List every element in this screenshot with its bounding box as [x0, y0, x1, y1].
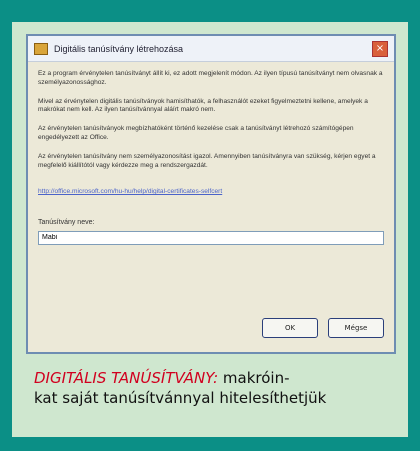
- dialog-titlebar: Digitális tanúsítvány létrehozása ×: [28, 36, 394, 62]
- certificate-icon: [34, 42, 48, 55]
- caption-line2: kat saját tanúsítvánnyal hitelesíthetjük: [34, 389, 327, 407]
- ok-button[interactable]: OK: [262, 318, 318, 338]
- certificate-name-label: Tanúsítvány neve:: [38, 219, 95, 227]
- help-link[interactable]: http://office.microsoft.com/hu-hu/help/d…: [38, 188, 384, 197]
- caption: DIGITÁLIS TANÚSÍTVÁNY: makróin- kat sajá…: [26, 360, 396, 424]
- certificate-dialog: Digitális tanúsítvány létrehozása × Ez a…: [26, 34, 396, 354]
- close-button[interactable]: ×: [372, 41, 388, 57]
- info-paragraph: Az érvénytelen tanúsítvány nem személyaz…: [38, 152, 376, 169]
- dialog-body: Ez a program érvénytelen tanúsítványt ál…: [28, 62, 394, 245]
- info-paragraph: Az érvénytelen tanúsítványok megbízhatók…: [38, 125, 354, 141]
- info-paragraph: Ez a program érvénytelen tanúsítványt ál…: [38, 70, 383, 86]
- cancel-button[interactable]: Mégse: [328, 318, 384, 338]
- dialog-buttons: OK Mégse: [262, 318, 384, 338]
- info-paragraph: Mivel az érvénytelen digitális tanúsítvá…: [38, 97, 368, 114]
- dialog-title: Digitális tanúsítvány létrehozása: [54, 43, 184, 54]
- caption-line1: makróin-: [218, 369, 290, 387]
- certificate-name-input[interactable]: [38, 230, 384, 245]
- caption-lead: DIGITÁLIS TANÚSÍTVÁNY:: [34, 369, 219, 387]
